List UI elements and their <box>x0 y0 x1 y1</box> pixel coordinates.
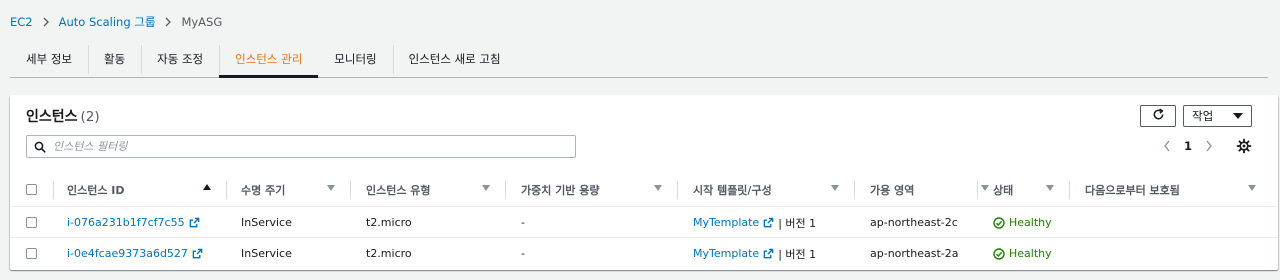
refresh-button[interactable] <box>1140 105 1176 127</box>
tab-monitoring[interactable]: 모니터링 <box>318 40 392 77</box>
instance-id-link[interactable]: i-0e4fcae9373a6d527 <box>67 247 188 260</box>
launch-template-cell: MyTemplate | 버전 1 <box>693 238 816 269</box>
instance-count: (2) <box>80 109 100 125</box>
availability-zone-cell: ap-northeast-2c <box>870 216 958 229</box>
actions-dropdown-button[interactable]: 작업 <box>1183 105 1252 127</box>
page-number[interactable]: 1 <box>1184 139 1192 153</box>
table-row[interactable]: i-0e4fcae9373a6d527 InService t2.micro -… <box>10 238 1278 269</box>
tab-bar: 세부 정보 활동 자동 조정 인스턴스 관리 모니터링 인스턴스 새로 고침 <box>10 40 1268 78</box>
refresh-icon <box>1152 108 1165 124</box>
select-all-checkbox[interactable] <box>26 184 37 195</box>
sort-icon[interactable] <box>981 185 989 191</box>
column-header-instance-type[interactable]: 인스턴스 유형 <box>366 172 431 207</box>
weighted-capacity-cell: - <box>521 247 525 260</box>
column-header-protected-from[interactable]: 다음으로부터 보호됨 <box>1085 172 1180 207</box>
column-header-health-status[interactable]: 상태 <box>993 172 1013 207</box>
instance-id-cell: i-076a231b1f7cf7c55 <box>67 207 200 238</box>
instance-type-cell: t2.micro <box>366 247 412 260</box>
panel-title: 인스턴스 (2) <box>26 106 100 126</box>
lifecycle-cell: InService <box>241 247 292 260</box>
weighted-capacity-cell: - <box>521 216 525 229</box>
tab-details[interactable]: 세부 정보 <box>10 40 88 77</box>
external-link-icon[interactable] <box>189 217 200 228</box>
settings-gear-icon[interactable] <box>1236 138 1252 154</box>
chevron-right-icon <box>164 17 172 27</box>
column-header-weighted-capacity[interactable]: 가중치 기반 용량 <box>521 172 600 207</box>
column-header-instance-id[interactable]: 인스턴스 ID <box>67 172 125 207</box>
availability-zone-cell: ap-northeast-2a <box>870 247 959 260</box>
caret-down-icon <box>1233 113 1243 119</box>
column-header-availability-zone[interactable]: 가용 영역 <box>870 172 914 207</box>
breadcrumb: EC2 Auto Scaling 그룹 MyASG <box>10 14 222 30</box>
sort-icon[interactable] <box>1046 185 1054 191</box>
launch-template-link[interactable]: MyTemplate <box>693 247 759 260</box>
search-icon <box>27 141 53 153</box>
health-status-cell: Healthy <box>993 238 1052 269</box>
filter-input[interactable] <box>53 140 553 153</box>
table-row[interactable]: i-076a231b1f7cf7c55 InService t2.micro -… <box>10 207 1278 238</box>
sort-ascending-icon[interactable] <box>203 184 211 190</box>
launch-template-cell: MyTemplate | 버전 1 <box>693 207 816 238</box>
lifecycle-cell: InService <box>241 216 292 229</box>
sort-icon[interactable] <box>1248 185 1256 191</box>
launch-template-link[interactable]: MyTemplate <box>693 216 759 229</box>
health-status-cell: Healthy <box>993 207 1052 238</box>
health-status: Healthy <box>993 247 1052 260</box>
instance-type-cell: t2.micro <box>366 216 412 229</box>
row-checkbox[interactable] <box>26 217 37 228</box>
breadcrumb-ec2-link[interactable]: EC2 <box>10 15 33 29</box>
health-status-label: Healthy <box>1009 247 1052 260</box>
column-header-launch-template[interactable]: 시작 템플릿/구성 <box>693 172 772 207</box>
external-link-icon[interactable] <box>763 248 774 259</box>
breadcrumb-current: MyASG <box>181 15 223 29</box>
previous-page-icon[interactable] <box>1160 140 1174 152</box>
breadcrumb-asg-link[interactable]: Auto Scaling 그룹 <box>59 14 156 30</box>
check-circle-icon <box>993 247 1005 260</box>
row-select-cell <box>26 207 37 238</box>
row-checkbox[interactable] <box>26 248 37 259</box>
instance-id-cell: i-0e4fcae9373a6d527 <box>67 238 203 269</box>
next-page-icon[interactable] <box>1202 140 1216 152</box>
sort-icon[interactable] <box>654 185 662 191</box>
sort-icon[interactable] <box>327 185 335 191</box>
health-status-label: Healthy <box>1009 216 1052 229</box>
actions-label: 작업 <box>1192 109 1214 123</box>
sort-icon[interactable] <box>482 185 490 191</box>
chevron-right-icon <box>42 17 50 27</box>
column-header-lifecycle[interactable]: 수명 주기 <box>241 172 285 207</box>
instances-panel: 인스턴스(2) 작업 1 <box>10 95 1278 270</box>
row-select-cell <box>26 238 37 269</box>
tab-activity[interactable]: 활동 <box>87 40 141 77</box>
tab-instance-management[interactable]: 인스턴스 관리 <box>219 40 319 78</box>
external-link-icon[interactable] <box>763 217 774 228</box>
select-all-cell <box>26 172 37 207</box>
external-link-icon[interactable] <box>192 248 203 259</box>
pagination: 1 <box>1160 138 1216 154</box>
check-circle-icon <box>993 216 1005 229</box>
tab-instance-refresh[interactable]: 인스턴스 새로 고침 <box>392 40 517 77</box>
table-header: 인스턴스 ID 수명 주기 인스턴스 유형 가중치 기반 용량 시작 템플릿/구… <box>10 172 1278 207</box>
health-status: Healthy <box>993 216 1052 229</box>
template-version: | 버전 1 <box>778 247 817 261</box>
filter-field[interactable] <box>26 135 576 158</box>
sort-icon[interactable] <box>831 185 839 191</box>
panel-title-text: 인스턴스 <box>26 109 78 125</box>
instance-id-link[interactable]: i-076a231b1f7cf7c55 <box>67 216 185 229</box>
template-version: | 버전 1 <box>778 216 817 230</box>
tab-automatic-scaling[interactable]: 자동 조정 <box>141 40 219 77</box>
